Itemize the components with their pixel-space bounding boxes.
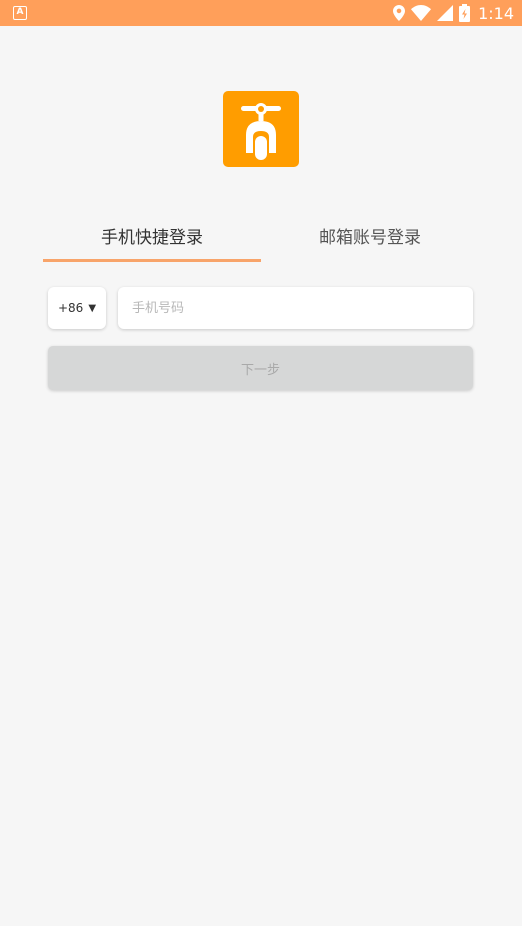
phone-input-container[interactable] <box>118 287 473 329</box>
wifi-icon <box>411 5 432 21</box>
app-logo <box>223 91 299 167</box>
location-icon <box>393 5 406 21</box>
country-code-selector[interactable]: +86 ▼ <box>48 287 106 329</box>
battery-icon <box>459 4 471 22</box>
tab-phone-login[interactable]: 手机快捷登录 <box>43 222 261 254</box>
status-time: 1:14 <box>478 3 514 23</box>
country-code-value: +86 <box>57 301 84 315</box>
tab-email-login[interactable]: 邮箱账号登录 <box>261 222 479 254</box>
status-bar: A 1:14 <box>0 0 522 26</box>
dropdown-caret-icon: ▼ <box>88 302 97 314</box>
next-step-button[interactable]: 下一步 <box>48 346 473 390</box>
notification-app-icon: A <box>13 6 27 20</box>
active-tab-indicator <box>43 259 261 262</box>
signal-icon <box>437 5 454 21</box>
scooter-icon <box>241 103 281 160</box>
phone-number-input[interactable] <box>132 287 462 329</box>
status-icons: 1:14 <box>393 0 514 26</box>
